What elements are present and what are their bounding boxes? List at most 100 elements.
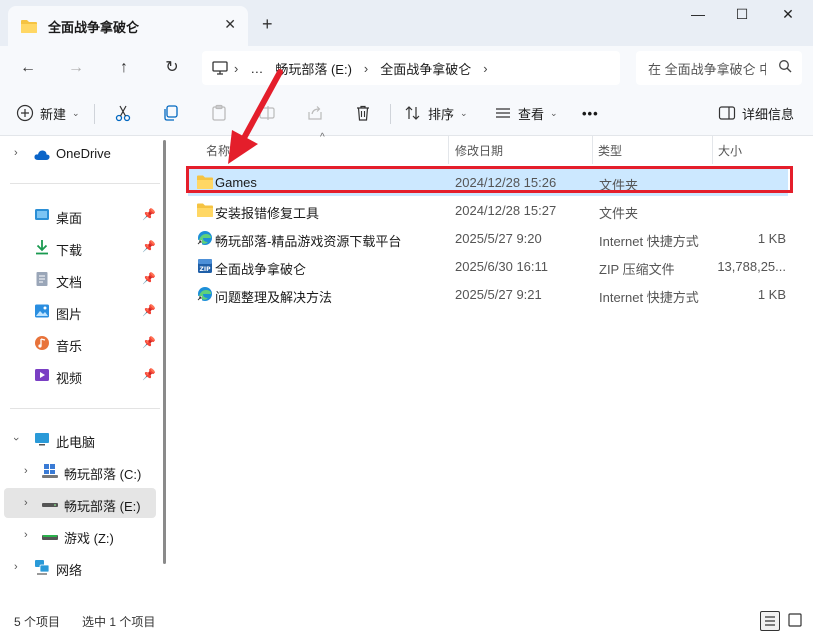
title-bar: 全面战争拿破仑 ✕ + — ☐ ✕ bbox=[0, 0, 813, 46]
file-row-faq[interactable]: 问题整理及解决方法 2025/5/27 9:21 Internet 快捷方式 1… bbox=[188, 280, 788, 308]
copy-icon bbox=[164, 105, 178, 121]
copy-button[interactable] bbox=[162, 102, 180, 124]
forward-button[interactable]: → bbox=[62, 54, 90, 82]
drive-icon bbox=[42, 503, 58, 507]
column-header-type[interactable]: 类型 bbox=[598, 136, 622, 164]
pin-icon[interactable]: 📌 bbox=[142, 240, 156, 253]
red-arrow-annotation bbox=[228, 69, 283, 164]
chevron-right-icon[interactable]: › bbox=[483, 61, 487, 76]
details-pane-icon bbox=[718, 106, 736, 120]
new-button-label: 新建 bbox=[40, 106, 67, 122]
tiles-view-button[interactable] bbox=[786, 611, 806, 631]
pin-icon[interactable]: 📌 bbox=[142, 272, 156, 285]
column-header-modified[interactable]: 修改日期 bbox=[455, 136, 503, 164]
picture-icon bbox=[35, 304, 49, 318]
close-window-button[interactable]: ✕ bbox=[768, 6, 808, 28]
music-icon bbox=[35, 336, 49, 350]
new-tab-button[interactable]: + bbox=[262, 14, 273, 35]
add-circle-icon bbox=[16, 104, 34, 122]
sidebar-item-music[interactable]: 音乐 📌 bbox=[0, 328, 160, 358]
network-icon bbox=[35, 560, 50, 575]
sidebar-item-desktop[interactable]: 桌面 📌 bbox=[0, 200, 160, 230]
file-name: 全面战争拿破仑 bbox=[215, 262, 307, 277]
back-button[interactable]: ← bbox=[14, 54, 42, 82]
trash-icon bbox=[357, 105, 369, 121]
search-box[interactable]: 在 全面战争拿破仑 中搜索 bbox=[636, 51, 802, 85]
chevron-right-icon[interactable]: › bbox=[14, 147, 18, 159]
view-list-icon bbox=[496, 108, 510, 118]
sidebar-item-drive-e[interactable]: › 畅玩部落 (E:) bbox=[4, 488, 156, 518]
refresh-button[interactable]: ↻ bbox=[158, 54, 186, 82]
tab-title: 全面战争拿破仑 bbox=[48, 19, 140, 35]
pin-icon[interactable]: 📌 bbox=[142, 304, 156, 317]
maximize-button[interactable]: ☐ bbox=[722, 6, 762, 28]
cloud-icon bbox=[34, 150, 50, 160]
minimize-button[interactable]: — bbox=[678, 6, 718, 28]
scissors-icon bbox=[115, 105, 131, 122]
close-tab-icon[interactable]: ✕ bbox=[224, 16, 236, 33]
sidebar-item-label: 畅玩部落 (C:) bbox=[64, 467, 142, 482]
pin-icon[interactable]: 📌 bbox=[142, 336, 156, 349]
file-row-repair-tool[interactable]: 安装报错修复工具 2024/12/28 15:27 文件夹 bbox=[188, 196, 788, 224]
sort-ascending-icon: ^ bbox=[320, 132, 325, 143]
sidebar-item-documents[interactable]: 文档 📌 bbox=[0, 264, 160, 294]
drive-icon bbox=[42, 535, 58, 540]
sidebar-item-label: 此电脑 bbox=[56, 435, 96, 450]
sidebar-item-drive-z[interactable]: › 游戏 (Z:) bbox=[0, 520, 160, 550]
file-list: ^ 名称 修改日期 类型 大小 Games 2024/12/28 15:26 文… bbox=[186, 132, 813, 608]
file-row-zip-archive[interactable]: ZIP 全面战争拿破仑 2025/6/30 16:11 ZIP 压缩文件 13,… bbox=[188, 252, 788, 280]
file-size: 13,788,25... bbox=[717, 259, 786, 274]
search-input[interactable]: 在 全面战争拿破仑 中搜索 bbox=[648, 59, 766, 78]
toolbar-divider bbox=[390, 104, 391, 124]
sidebar-scrollbar[interactable] bbox=[163, 140, 166, 564]
details-pane-button[interactable]: 详细信息 bbox=[718, 102, 794, 124]
file-size: 1 KB bbox=[757, 231, 786, 246]
breadcrumb-folder[interactable]: 全面战争拿破仑 bbox=[380, 59, 471, 78]
delete-button[interactable] bbox=[354, 102, 372, 124]
view-button[interactable]: 查看 ⌄ bbox=[494, 102, 558, 124]
up-button[interactable]: ↑ bbox=[110, 54, 138, 82]
chevron-right-icon[interactable]: › bbox=[24, 497, 28, 509]
column-header-size[interactable]: 大小 bbox=[718, 136, 742, 164]
share-button[interactable] bbox=[306, 102, 324, 124]
chevron-down-icon: ⌄ bbox=[72, 107, 80, 118]
sort-button[interactable]: 排序 ⌄ bbox=[404, 102, 468, 124]
chevron-right-icon: › bbox=[363, 60, 369, 76]
file-row-download-platform[interactable]: 畅玩部落-精品游戏资源下载平台 2025/5/27 9:20 Internet … bbox=[188, 224, 788, 252]
chevron-right-icon[interactable]: › bbox=[14, 561, 18, 573]
document-icon bbox=[36, 272, 48, 286]
video-icon bbox=[35, 369, 49, 381]
column-divider[interactable] bbox=[448, 136, 449, 164]
windows-drive-icon bbox=[42, 464, 58, 478]
edge-icon bbox=[197, 287, 212, 301]
sidebar-item-network[interactable]: › 网络 bbox=[0, 552, 160, 582]
pin-icon[interactable]: 📌 bbox=[142, 368, 156, 381]
sidebar-item-onedrive[interactable]: › OneDrive bbox=[0, 138, 160, 168]
chevron-down-icon[interactable]: › bbox=[10, 437, 22, 441]
sidebar-item-videos[interactable]: 视频 📌 bbox=[0, 360, 160, 390]
sidebar-item-downloads[interactable]: 下载 📌 bbox=[0, 232, 160, 262]
sort-button-label: 排序 bbox=[428, 106, 455, 122]
file-modified: 2025/5/27 9:21 bbox=[455, 287, 542, 302]
zip-icon: ZIP bbox=[198, 259, 212, 273]
cut-button[interactable] bbox=[114, 102, 132, 124]
more-options-button[interactable]: ••• bbox=[582, 102, 599, 124]
details-view-button[interactable] bbox=[760, 611, 780, 631]
tab-current-folder[interactable]: 全面战争拿破仑 ✕ bbox=[8, 6, 248, 46]
sidebar-item-label: OneDrive bbox=[56, 146, 111, 161]
sidebar-item-this-pc[interactable]: › 此电脑 bbox=[0, 424, 160, 454]
share-icon bbox=[308, 106, 322, 120]
computer-icon bbox=[35, 433, 49, 446]
chevron-right-icon[interactable]: › bbox=[24, 465, 28, 477]
sidebar-item-label: 图片 bbox=[56, 307, 83, 322]
sidebar-item-pictures[interactable]: 图片 📌 bbox=[0, 296, 160, 326]
column-divider[interactable] bbox=[712, 136, 713, 164]
chevron-right-icon[interactable]: › bbox=[24, 529, 28, 541]
column-divider[interactable] bbox=[592, 136, 593, 164]
pin-icon[interactable]: 📌 bbox=[142, 208, 156, 221]
navigation-pane: › OneDrive 桌面 📌 下载 📌 文档 📌 图片 📌 音乐 📌 视频 📌… bbox=[0, 136, 170, 608]
sidebar-item-label: 网络 bbox=[56, 563, 83, 578]
sidebar-item-drive-c[interactable]: › 畅玩部落 (C:) bbox=[0, 456, 160, 486]
new-button[interactable]: 新建 ⌄ bbox=[16, 102, 80, 124]
sidebar-item-label: 视频 bbox=[56, 371, 83, 386]
